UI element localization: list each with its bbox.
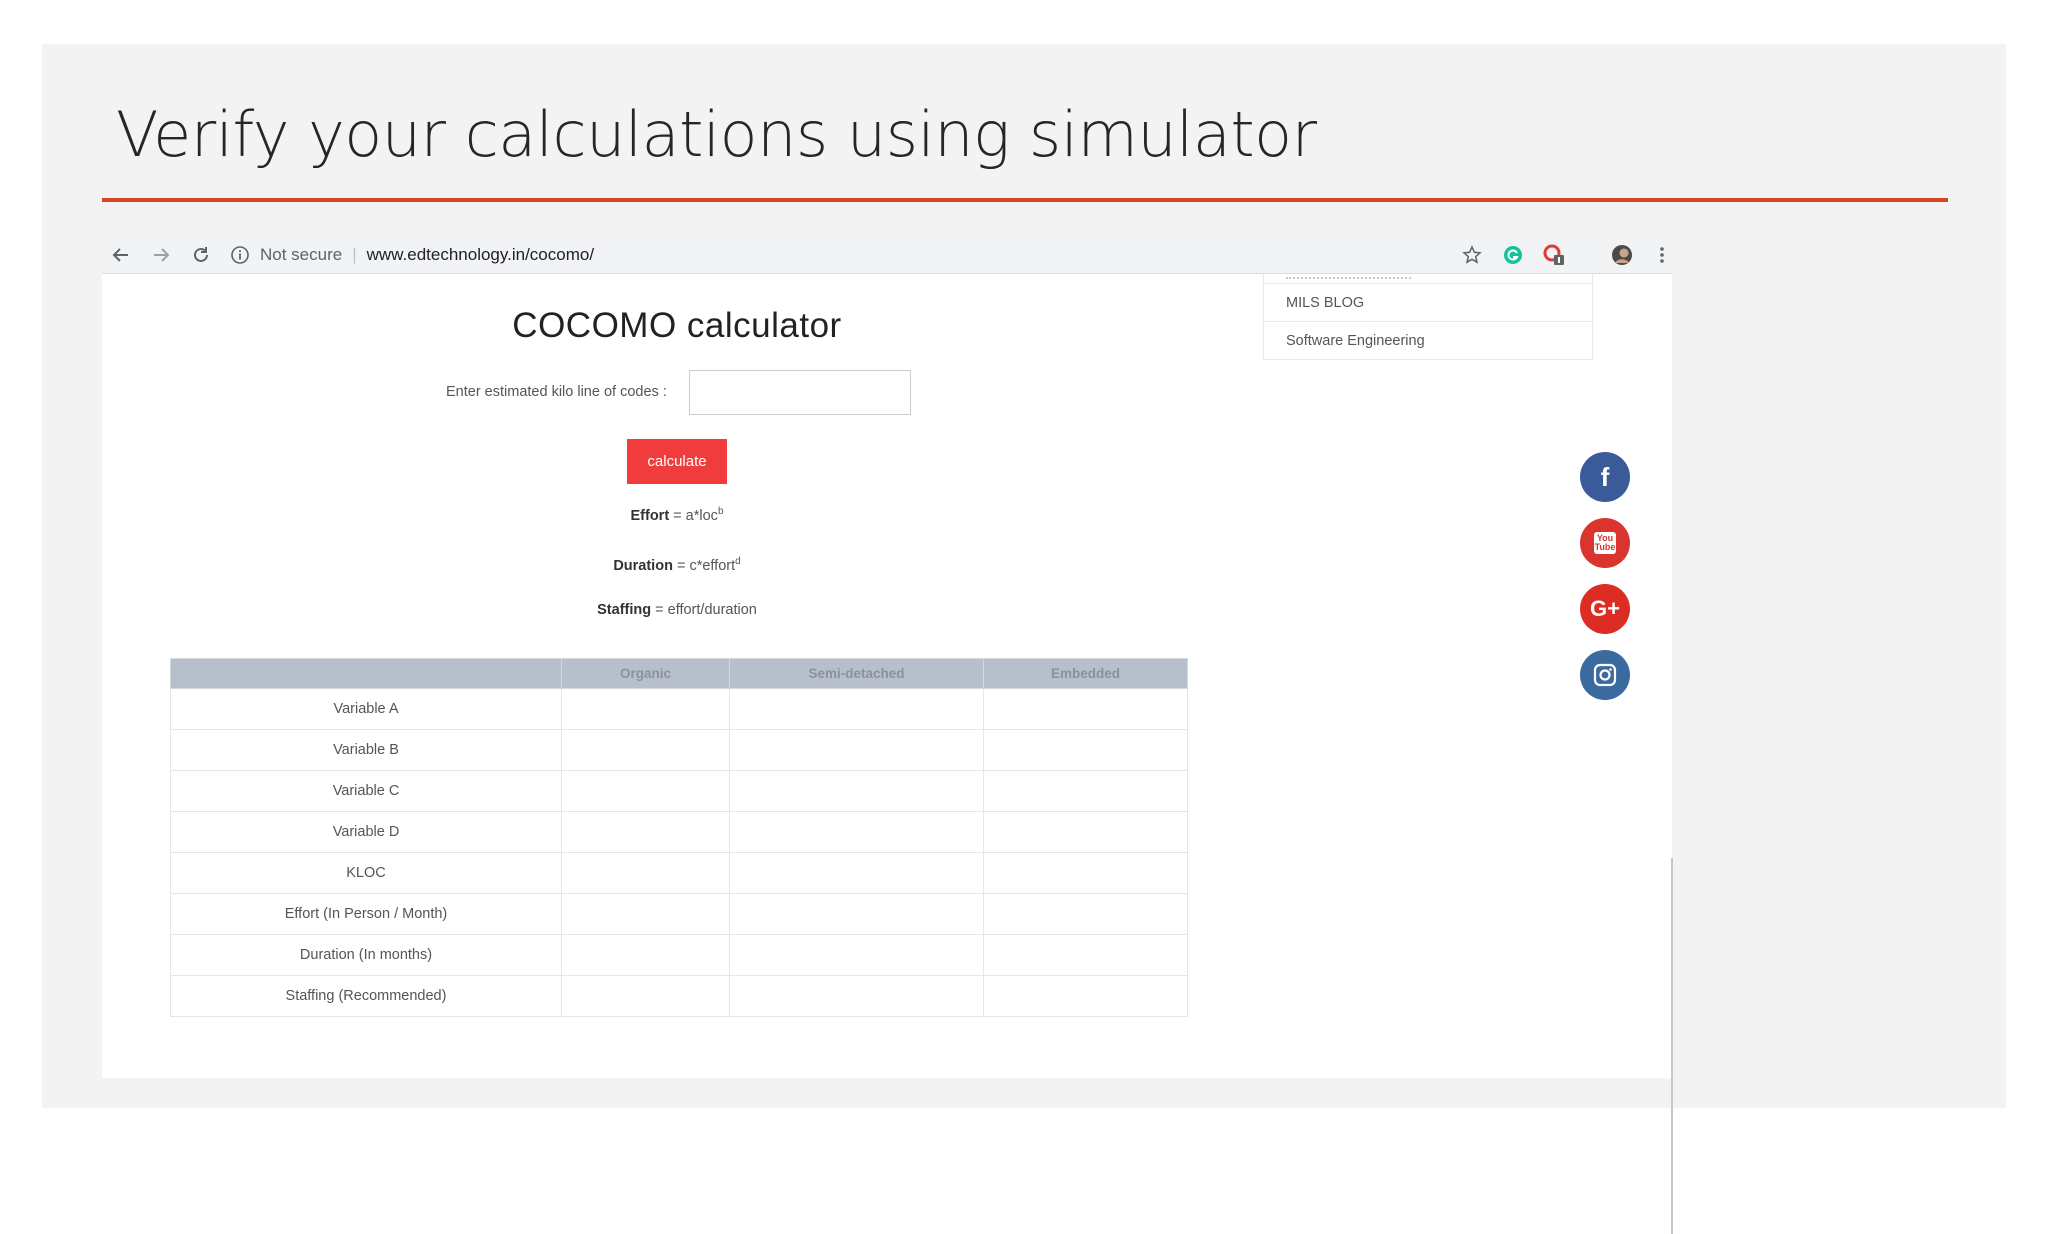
scrollbar[interactable] (1671, 858, 1673, 1234)
calculator-title: COCOMO calculator (512, 306, 842, 345)
table-cell (729, 934, 984, 976)
table-row: Variable C (170, 770, 1188, 812)
duration-expression: = c*effort (672, 557, 736, 574)
table-cell (729, 688, 984, 730)
star-icon[interactable] (1460, 243, 1484, 267)
forward-arrow-icon[interactable] (148, 242, 174, 268)
slide-title: Verify your calculations using simulator (116, 98, 1317, 171)
row-label: Effort (In Person / Month) (170, 893, 562, 935)
table-cell (561, 852, 730, 894)
table-cell (983, 688, 1188, 730)
table-cell (729, 811, 984, 853)
table-cell (561, 934, 730, 976)
profile-avatar-icon[interactable] (1610, 243, 1634, 267)
effort-exponent: b (717, 506, 724, 517)
staffing-name: Staffing (597, 602, 652, 618)
cocomo-table: Organic Semi-detached Embedded Variable … (170, 658, 1188, 1017)
security-label: Not secure (260, 245, 343, 264)
table-cell (983, 852, 1188, 894)
table-cell (729, 893, 984, 935)
extension-icon[interactable] (1542, 243, 1566, 267)
browser-window: Not secure | www.edtechnology.in/cocomo/… (102, 236, 1673, 1234)
duration-exponent: d (735, 556, 741, 567)
row-label: KLOC (170, 852, 562, 894)
youtube-icon[interactable]: You Tube (1580, 518, 1630, 568)
effort-name: Effort (630, 507, 670, 524)
table-row: Staffing (Recommended) (170, 975, 1188, 1017)
grammarly-icon[interactable] (1501, 243, 1525, 267)
table-cell (983, 934, 1188, 976)
sidebar-item-software-engineering[interactable]: Software Engineering (1263, 322, 1593, 360)
duration-formula: Duration = c*effortd (102, 556, 1252, 574)
effort-formula: Effort = a*locb (102, 506, 1252, 524)
effort-expression: = a*loc (669, 507, 718, 524)
table-cell (729, 852, 984, 894)
row-label: Variable A (170, 688, 562, 730)
table-cell (561, 770, 730, 812)
table-cell (729, 770, 984, 812)
table-header-cell: Organic (561, 658, 730, 689)
table-header-cell (170, 658, 562, 689)
table-cell (983, 893, 1188, 935)
sidebar-item-mils-blog[interactable]: MILS BLOG (1263, 284, 1593, 322)
table-cell (561, 811, 730, 853)
table-cell (729, 975, 984, 1017)
facebook-icon[interactable]: f (1580, 452, 1630, 502)
sidebar-menu: MILS BLOG Software Engineering (1263, 274, 1593, 360)
info-icon[interactable] (230, 245, 250, 265)
youtube-glyph: You Tube (1594, 532, 1616, 554)
table-row: KLOC (170, 852, 1188, 894)
facebook-glyph: f (1600, 461, 1610, 492)
web-page: MILS BLOG Software Engineering COCOMO ca… (102, 274, 1672, 1078)
table-row: Variable D (170, 811, 1188, 853)
row-label: Variable C (170, 770, 562, 812)
table-cell (729, 729, 984, 771)
staffing-expression: = effort/duration (651, 602, 757, 618)
address-separator: | (352, 245, 357, 264)
table-header-row: Organic Semi-detached Embedded (170, 658, 1188, 689)
table-header-cell: Embedded (983, 658, 1188, 689)
back-arrow-icon[interactable] (108, 242, 134, 268)
menu-dots-icon[interactable] (1650, 243, 1674, 267)
table-row: Variable B (170, 729, 1188, 771)
row-label: Variable D (170, 811, 562, 853)
table-cell (983, 811, 1188, 853)
google-plus-glyph: G+ (1590, 596, 1620, 621)
table-cell (561, 893, 730, 935)
table-cell (561, 729, 730, 771)
reload-icon[interactable] (188, 242, 214, 268)
address-bar[interactable]: Not secure | www.edtechnology.in/cocomo/ (230, 238, 594, 272)
table-row: Variable A (170, 688, 1188, 730)
row-label: Duration (In months) (170, 934, 562, 976)
table-row: Duration (In months) (170, 934, 1188, 976)
staffing-formula: Staffing = effort/duration (102, 602, 1252, 618)
instagram-icon[interactable] (1580, 650, 1630, 700)
google-plus-icon[interactable]: G+ (1580, 584, 1630, 634)
title-divider (102, 198, 1948, 202)
row-label: Variable B (170, 729, 562, 771)
kloc-label: Enter estimated kilo line of codes : (446, 384, 667, 400)
row-label: Staffing (Recommended) (170, 975, 562, 1017)
browser-toolbar: Not secure | www.edtechnology.in/cocomo/ (102, 236, 1672, 274)
table-cell (561, 975, 730, 1017)
table-cell (983, 770, 1188, 812)
table-cell (561, 688, 730, 730)
url-text[interactable]: www.edtechnology.in/cocomo/ (367, 245, 594, 265)
sidebar-item-cut-off (1263, 274, 1593, 284)
table-cell (983, 975, 1188, 1017)
table-row: Effort (In Person / Month) (170, 893, 1188, 935)
table-header-cell: Semi-detached (729, 658, 984, 689)
table-cell (983, 729, 1188, 771)
kloc-input[interactable] (689, 370, 911, 415)
calculate-button[interactable]: calculate (627, 439, 727, 484)
duration-name: Duration (613, 557, 673, 574)
